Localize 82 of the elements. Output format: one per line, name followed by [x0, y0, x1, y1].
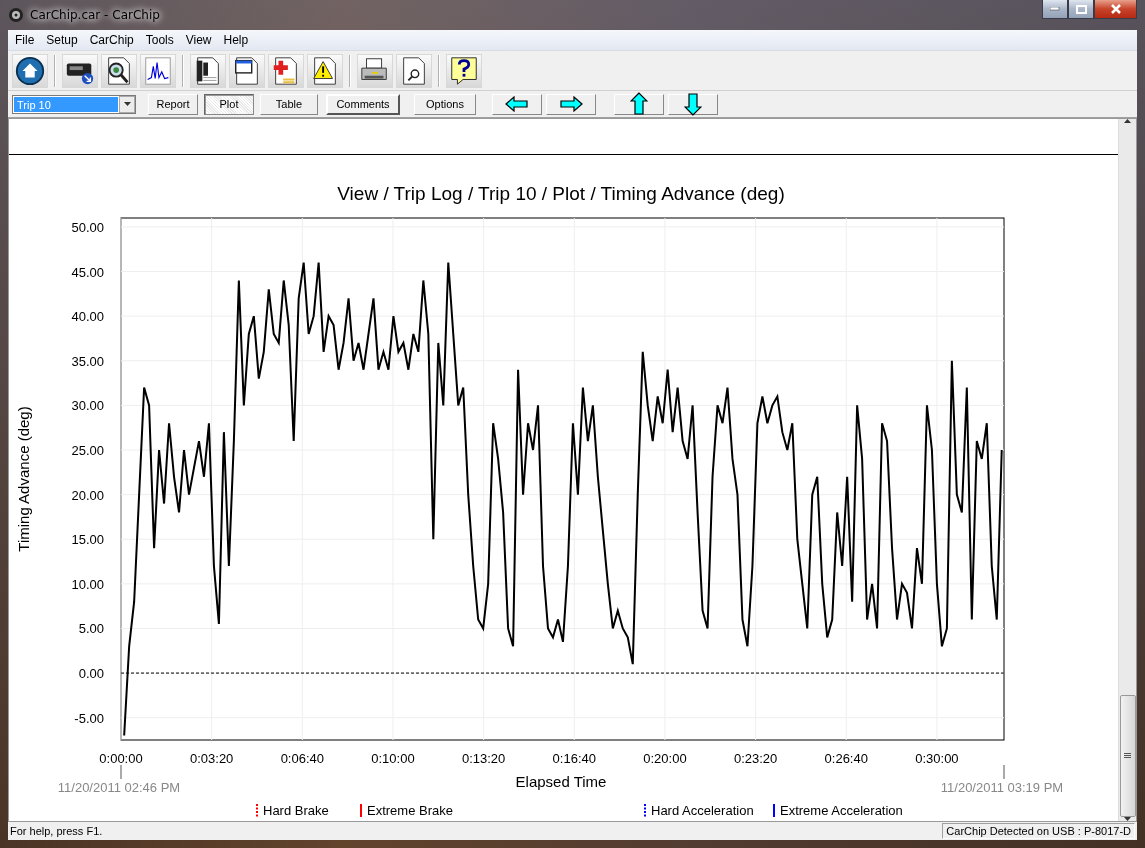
- end-time-label: 11/20/2011 03:19 PM: [940, 780, 1064, 795]
- start-time-label: 11/20/2011 02:46 PM: [57, 780, 181, 795]
- toolbar-button[interactable]: [357, 53, 393, 88]
- down-arrow-icon: [123, 102, 131, 106]
- toolbar-button[interactable]: [446, 53, 482, 88]
- x-tick-label: 0:23:20: [733, 751, 778, 766]
- y-tick-label: 45.00: [71, 264, 104, 280]
- view-button[interactable]: Plot: [204, 93, 254, 115]
- scrollbar-thumb[interactable]: [1119, 695, 1136, 817]
- y-axis-label: Timing Advance (deg): [15, 406, 32, 552]
- menu-item[interactable]: Help: [218, 33, 254, 47]
- toolbar-button[interactable]: [268, 53, 304, 88]
- home-icon: [14, 54, 46, 87]
- help-icon: [448, 54, 480, 87]
- menu-item[interactable]: Setup: [41, 33, 83, 47]
- up-button[interactable]: [614, 93, 664, 115]
- maximize-button[interactable]: [1068, 0, 1094, 19]
- x-tick-label: 0:13:20: [461, 751, 506, 766]
- left-arrow-icon: [505, 96, 529, 112]
- minimize-button[interactable]: [1042, 0, 1068, 19]
- x-tick-label: 0:10:00: [371, 751, 415, 766]
- toolbar-button[interactable]: [140, 53, 176, 88]
- menu-item[interactable]: CarChip: [84, 33, 139, 47]
- down-arrow-icon: [684, 92, 702, 116]
- x-tick-label: 0:16:40: [552, 751, 596, 766]
- line-chart-icon: [142, 54, 174, 87]
- legend-label: Hard Brake: [263, 803, 329, 818]
- close-icon: [1109, 4, 1122, 14]
- down-button[interactable]: [668, 93, 718, 115]
- legend-label: Hard Acceleration: [651, 803, 754, 818]
- y-tick-label: 40.00: [71, 309, 104, 325]
- toolbar-button[interactable]: [190, 53, 226, 88]
- toolbar-button[interactable]: [101, 53, 137, 88]
- legend-label: Extreme Acceleration: [780, 803, 903, 818]
- status-help-text: For help, press F1.: [9, 825, 103, 837]
- minimize-icon: [1050, 7, 1060, 11]
- y-tick-label: -5.00: [74, 710, 104, 726]
- toolbar-button[interactable]: [229, 53, 265, 88]
- vertical-scrollbar[interactable]: [1118, 119, 1136, 821]
- toolbar-button[interactable]: [62, 53, 98, 88]
- x-axis-label: Elapsed Time: [515, 773, 607, 790]
- toolbar-button[interactable]: [396, 53, 432, 88]
- menu-item[interactable]: Tools: [140, 33, 179, 47]
- previous-button[interactable]: [492, 93, 542, 115]
- view-button[interactable]: Report: [148, 93, 198, 115]
- right-arrow-icon: [559, 96, 583, 112]
- y-tick-label: 0.00: [78, 666, 104, 682]
- up-arrow-icon: [630, 92, 648, 116]
- x-tick-label: 0:26:40: [824, 751, 868, 766]
- x-tick-label: 0:00:00: [99, 751, 143, 766]
- action-button[interactable]: Options: [414, 93, 476, 115]
- wheel-icon: [8, 7, 24, 23]
- menu-item[interactable]: View: [180, 33, 217, 47]
- view-button[interactable]: Table: [260, 93, 318, 115]
- y-tick-label: 50.00: [71, 219, 104, 235]
- grip-icon: [1124, 753, 1131, 759]
- next-button[interactable]: [546, 93, 596, 115]
- x-tick-label: 0:03:20: [189, 751, 234, 766]
- legend-label: Extreme Brake: [367, 803, 453, 818]
- y-tick-label: 10.00: [71, 576, 104, 592]
- close-button[interactable]: [1094, 0, 1137, 19]
- dropdown-button[interactable]: [119, 95, 135, 113]
- action-button[interactable]: Comments: [326, 93, 400, 115]
- window-title: CarChip.car - CarChip: [30, 8, 160, 22]
- x-tick-label: 0:30:00: [915, 751, 959, 766]
- trip-dropdown-value: Trip 10: [14, 96, 118, 112]
- y-tick-label: 35.00: [71, 353, 104, 369]
- device-status: CarChip Detected on USB : P-8017-D: [942, 823, 1135, 839]
- x-tick-label: 0:06:40: [280, 751, 324, 766]
- y-tick-label: 20.00: [71, 487, 104, 503]
- up-arrow-icon: [1124, 119, 1131, 123]
- down-arrow-icon: [1124, 817, 1131, 821]
- y-tick-label: 25.00: [71, 443, 104, 458]
- menu-item[interactable]: File: [10, 33, 40, 47]
- y-tick-label: 15.00: [71, 532, 104, 548]
- toolbar-button[interactable]: [307, 53, 343, 88]
- toolbar-button[interactable]: [12, 53, 48, 88]
- chart-title: View / Trip Log / Trip 10 / Plot / Timing Advance (deg): [337, 183, 785, 204]
- y-tick-label: 30.00: [71, 398, 104, 414]
- maximize-icon: [1075, 4, 1087, 14]
- y-tick-label: 5.00: [78, 621, 104, 637]
- x-tick-label: 0:20:00: [643, 751, 687, 766]
